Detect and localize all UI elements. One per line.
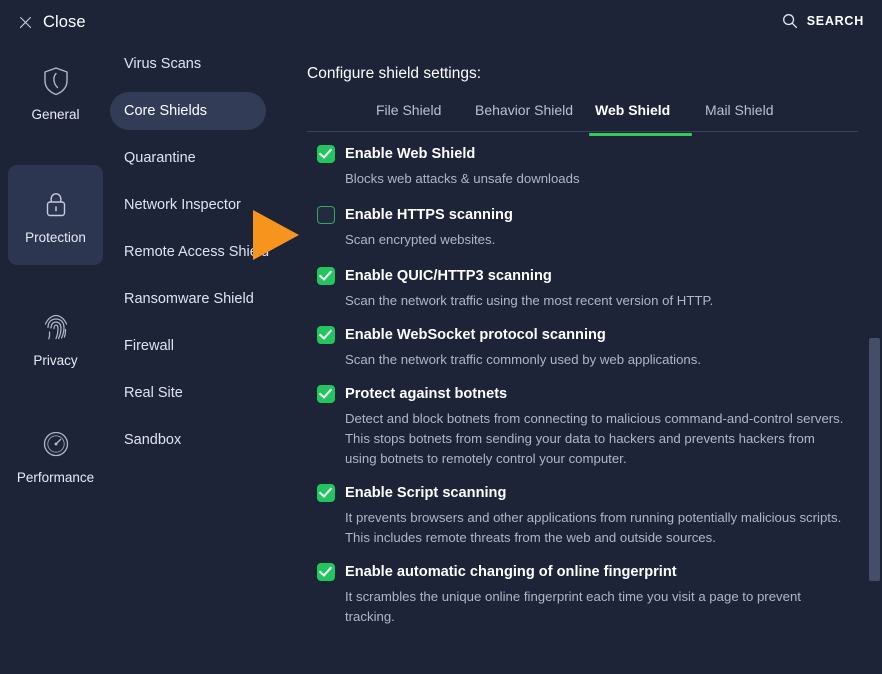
checkbox-enable-https-scanning[interactable]: [317, 206, 335, 224]
settings-list: Enable Web Shield Blocks web attacks & u…: [300, 144, 865, 641]
title-bar: Close SEARCH: [0, 0, 882, 44]
submenu-item-label: Quarantine: [124, 150, 196, 166]
submenu-item-label: Virus Scans: [124, 56, 201, 72]
search-icon: [782, 13, 798, 29]
close-icon: [18, 15, 33, 30]
lock-icon: [39, 187, 73, 221]
application-window: Close SEARCH General: [0, 0, 882, 674]
checkbox-enable-web-shield[interactable]: [317, 145, 335, 163]
search-button[interactable]: SEARCH: [778, 10, 868, 32]
setting-description: It scrambles the unique online fingerpri…: [345, 587, 837, 627]
tab-label: Behavior Shield: [475, 102, 573, 118]
main-content-panel: Configure shield settings: File Shield B…: [300, 44, 882, 674]
vertical-scrollbar-track[interactable]: [866, 44, 882, 674]
tab-file-shield[interactable]: File Shield: [376, 102, 441, 133]
submenu-item-label: Network Inspector: [124, 197, 241, 213]
check-icon: [319, 385, 332, 399]
checkbox-enable-quic-http3-scanning[interactable]: [317, 267, 335, 285]
submenu-item-label: Remote Access Shield: [124, 244, 269, 260]
tabs-divider: [307, 131, 858, 132]
vertical-scrollbar-thumb[interactable]: [869, 338, 880, 581]
close-button[interactable]: Close: [8, 6, 96, 38]
submenu-item-virus-scans[interactable]: Virus Scans: [110, 45, 266, 83]
setting-row-enable-web-shield: Enable Web Shield Blocks web attacks & u…: [300, 144, 865, 189]
check-icon: [319, 267, 332, 281]
submenu-item-real-site[interactable]: Real Site: [110, 374, 266, 412]
rail-item-performance[interactable]: Performance: [8, 413, 103, 497]
setting-description: Scan the network traffic using the most …: [345, 291, 845, 311]
rail-item-label: General: [31, 107, 79, 122]
submenu-item-label: Ransomware Shield: [124, 291, 254, 307]
check-icon: [319, 484, 332, 498]
tab-label: Web Shield: [595, 102, 670, 118]
speedometer-icon: [39, 427, 73, 461]
rail-item-protection[interactable]: Protection: [8, 165, 103, 265]
check-icon: [319, 326, 332, 340]
rail-item-label: Performance: [17, 470, 94, 485]
setting-description: Blocks web attacks & unsafe downloads: [345, 169, 845, 189]
submenu-item-label: Firewall: [124, 338, 174, 354]
check-icon: [319, 563, 332, 577]
tab-behavior-shield[interactable]: Behavior Shield: [475, 102, 573, 133]
setting-row-enable-https-scanning: Enable HTTPS scanning Scan encrypted web…: [300, 205, 865, 250]
checkbox-enable-script-scanning[interactable]: [317, 484, 335, 502]
primary-navigation-rail: General Protection: [0, 44, 110, 674]
setting-description: It prevents browsers and other applicati…: [345, 508, 845, 548]
rail-item-label: Protection: [25, 230, 86, 245]
tab-label: Mail Shield: [705, 102, 773, 118]
search-button-label: SEARCH: [807, 14, 864, 28]
shield-tabs: File Shield Behavior Shield Web Shield M…: [307, 102, 858, 133]
setting-title: Enable Web Shield: [345, 144, 865, 164]
submenu-item-label: Real Site: [124, 385, 183, 401]
setting-row-enable-automatic-changing-of-online-fingerprint: Enable automatic changing of online fing…: [300, 562, 865, 627]
submenu-item-label: Sandbox: [124, 432, 181, 448]
setting-title: Enable QUIC/HTTP3 scanning: [345, 266, 865, 286]
shield-icon: [39, 64, 73, 98]
setting-title: Enable WebSocket protocol scanning: [345, 325, 865, 345]
close-button-label: Close: [43, 13, 86, 32]
submenu-item-quarantine[interactable]: Quarantine: [110, 139, 266, 177]
rail-item-general[interactable]: General: [8, 50, 103, 134]
setting-title: Enable automatic changing of online fing…: [345, 562, 865, 582]
rail-item-privacy[interactable]: Privacy: [8, 296, 103, 380]
check-icon: [319, 145, 332, 159]
setting-row-enable-quic-http3-scanning: Enable QUIC/HTTP3 scanning Scan the netw…: [300, 266, 865, 311]
active-tab-underline: [589, 133, 692, 136]
setting-title: Enable Script scanning: [345, 483, 865, 503]
hover-highlight-ring: [309, 198, 345, 234]
checkbox-enable-automatic-changing-of-online-fingerprint[interactable]: [317, 563, 335, 581]
submenu-item-ransomware-shield[interactable]: Ransomware Shield: [110, 280, 266, 318]
setting-row-enable-script-scanning: Enable Script scanning It prevents brows…: [300, 483, 865, 548]
submenu-item-label: Core Shields: [124, 103, 207, 119]
submenu-item-network-inspector[interactable]: Network Inspector: [110, 186, 266, 224]
setting-title: Enable HTTPS scanning: [345, 205, 865, 225]
page-title: Configure shield settings:: [307, 65, 481, 83]
setting-description: Scan encrypted websites.: [345, 230, 845, 250]
fingerprint-icon: [39, 310, 73, 344]
setting-description: Detect and block botnets from connecting…: [345, 409, 845, 469]
submenu-item-firewall[interactable]: Firewall: [110, 327, 266, 365]
setting-row-enable-websocket-protocol-scanning: Enable WebSocket protocol scanning Scan …: [300, 325, 865, 370]
tab-mail-shield[interactable]: Mail Shield: [705, 102, 773, 133]
secondary-navigation-menu: Virus Scans Core Shields Quarantine Netw…: [110, 44, 300, 674]
rail-item-label: Privacy: [33, 353, 77, 368]
tab-label: File Shield: [376, 102, 441, 118]
checkbox-enable-websocket-protocol-scanning[interactable]: [317, 326, 335, 344]
tab-web-shield[interactable]: Web Shield: [595, 102, 670, 133]
setting-description: Scan the network traffic commonly used b…: [345, 350, 845, 370]
cursor-arrow-indicator: [253, 210, 299, 260]
submenu-item-sandbox[interactable]: Sandbox: [110, 421, 266, 459]
submenu-item-core-shields[interactable]: Core Shields: [110, 92, 266, 130]
setting-row-protect-against-botnets: Protect against botnets Detect and block…: [300, 384, 865, 469]
checkbox-protect-against-botnets[interactable]: [317, 385, 335, 403]
setting-title: Protect against botnets: [345, 384, 865, 404]
